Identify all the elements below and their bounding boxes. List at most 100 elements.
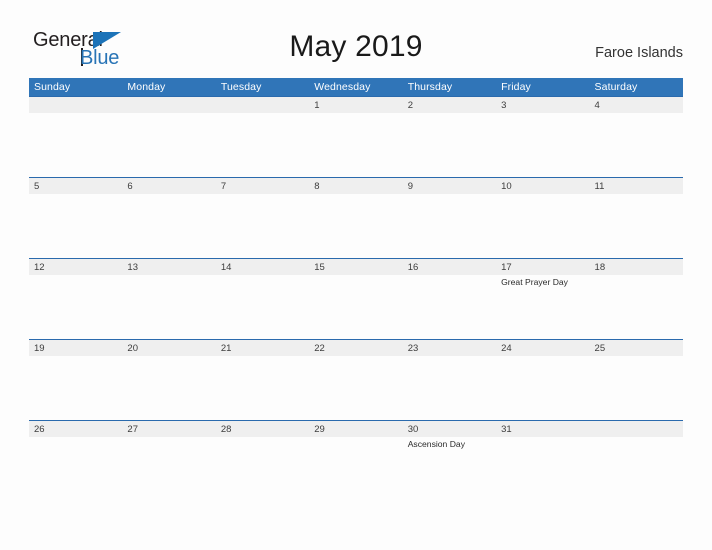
day-number[interactable]: 3 bbox=[496, 97, 589, 113]
day-cell[interactable] bbox=[122, 275, 216, 339]
calendar-week-row: 5 6 7 8 9 10 11 bbox=[29, 177, 683, 258]
day-number-empty bbox=[216, 97, 309, 113]
weekday-header-wednesday: Wednesday bbox=[314, 81, 371, 93]
day-number[interactable]: 4 bbox=[590, 97, 683, 113]
day-cell[interactable] bbox=[402, 356, 497, 420]
day-cell[interactable] bbox=[122, 437, 216, 501]
weekday-header-friday: Friday bbox=[501, 81, 531, 93]
day-cell[interactable]: Great Prayer Day bbox=[496, 275, 590, 339]
day-cell[interactable] bbox=[402, 194, 497, 258]
day-cell bbox=[215, 113, 310, 177]
day-number-empty bbox=[122, 97, 215, 113]
weekday-header-monday: Monday bbox=[127, 81, 166, 93]
day-number-empty bbox=[29, 97, 122, 113]
day-cell[interactable] bbox=[496, 437, 590, 501]
day-cell bbox=[29, 113, 123, 177]
day-number[interactable]: 23 bbox=[403, 340, 496, 356]
day-cell[interactable] bbox=[496, 113, 590, 177]
week-event-band bbox=[29, 356, 683, 420]
day-number[interactable]: 12 bbox=[29, 259, 122, 275]
day-number[interactable]: 30 bbox=[403, 421, 496, 437]
day-number[interactable]: 13 bbox=[122, 259, 215, 275]
week-number-band: 26 27 28 29 30 31 bbox=[29, 421, 683, 437]
day-number[interactable]: 16 bbox=[403, 259, 496, 275]
week-event-band bbox=[29, 194, 683, 258]
day-cell[interactable] bbox=[309, 356, 403, 420]
day-number[interactable]: 11 bbox=[590, 178, 683, 194]
day-number[interactable]: 21 bbox=[216, 340, 309, 356]
day-cell bbox=[122, 113, 216, 177]
week-event-band: Great Prayer Day bbox=[29, 275, 683, 339]
holiday-event-label: Great Prayer Day bbox=[501, 277, 568, 287]
day-number[interactable]: 8 bbox=[309, 178, 402, 194]
weekday-header-sunday: Sunday bbox=[34, 81, 71, 93]
day-number[interactable]: 22 bbox=[309, 340, 402, 356]
day-number[interactable]: 14 bbox=[216, 259, 309, 275]
holiday-event-label: Ascension Day bbox=[407, 439, 466, 449]
calendar-week-row: 1234 bbox=[29, 96, 683, 177]
day-cell[interactable] bbox=[215, 437, 310, 501]
week-number-band: 19 20 21 22 23 24 25 bbox=[29, 340, 683, 356]
week-number-band: 5 6 7 8 9 10 11 bbox=[29, 178, 683, 194]
day-cell[interactable] bbox=[215, 194, 310, 258]
calendar-week-row: 26 27 28 29 30 31 Ascension Day bbox=[29, 420, 683, 501]
calendar-weeks: 1 2 3 4 5 6 7 8 9 10 11 12 13 14 15 16 17 18 Great Prayer … bbox=[29, 96, 683, 501]
day-number[interactable]: 6 bbox=[122, 178, 215, 194]
week-number-band: 1234 bbox=[29, 97, 683, 113]
week-event-band bbox=[29, 113, 683, 177]
day-cell[interactable] bbox=[122, 356, 216, 420]
day-number[interactable]: 7 bbox=[216, 178, 309, 194]
calendar-week-row: 12 13 14 15 16 17 18 Great Prayer Day bbox=[29, 258, 683, 339]
region-label: Faroe Islands bbox=[595, 45, 683, 61]
day-cell[interactable] bbox=[215, 275, 310, 339]
day-number[interactable]: 18 bbox=[590, 259, 683, 275]
day-cell[interactable] bbox=[589, 113, 683, 177]
day-cell[interactable] bbox=[122, 194, 216, 258]
day-number[interactable]: 17 bbox=[496, 259, 589, 275]
day-cell[interactable] bbox=[309, 275, 403, 339]
weekday-header-tuesday: Tuesday bbox=[220, 81, 262, 93]
day-number-empty bbox=[590, 421, 683, 437]
day-cell[interactable] bbox=[29, 356, 123, 420]
day-number[interactable]: 15 bbox=[309, 259, 402, 275]
day-number[interactable]: 2 bbox=[403, 97, 496, 113]
day-number[interactable]: 29 bbox=[309, 421, 402, 437]
weekday-header-thursday: Thursday bbox=[407, 81, 453, 93]
day-number[interactable]: 20 bbox=[122, 340, 215, 356]
day-number[interactable]: 10 bbox=[496, 178, 589, 194]
calendar-grid: Sunday Monday Tuesday Wednesday Thursday… bbox=[29, 78, 683, 501]
day-number[interactable]: 26 bbox=[29, 421, 122, 437]
day-cell[interactable] bbox=[589, 356, 683, 420]
day-cell bbox=[589, 437, 683, 501]
day-number[interactable]: 28 bbox=[216, 421, 309, 437]
day-cell[interactable] bbox=[402, 113, 497, 177]
day-cell[interactable] bbox=[589, 194, 683, 258]
day-number[interactable]: 19 bbox=[29, 340, 122, 356]
page-header: General Blue May 2019 Faroe Islands bbox=[0, 0, 712, 76]
calendar-week-row: 19 20 21 22 23 24 25 bbox=[29, 339, 683, 420]
day-cell[interactable] bbox=[496, 194, 590, 258]
day-number[interactable]: 31 bbox=[496, 421, 589, 437]
week-number-band: 12 13 14 15 16 17 18 bbox=[29, 259, 683, 275]
day-number[interactable]: 1 bbox=[309, 97, 402, 113]
day-number[interactable]: 9 bbox=[403, 178, 496, 194]
day-cell[interactable] bbox=[29, 437, 123, 501]
day-cell[interactable] bbox=[496, 356, 590, 420]
day-cell[interactable] bbox=[215, 356, 310, 420]
day-number[interactable]: 25 bbox=[590, 340, 683, 356]
day-cell[interactable]: Ascension Day bbox=[402, 437, 497, 501]
day-number[interactable]: 5 bbox=[29, 178, 122, 194]
day-cell[interactable] bbox=[589, 275, 683, 339]
calendar-page: General Blue May 2019 Faroe Islands Sund… bbox=[0, 0, 712, 550]
week-event-band: Ascension Day bbox=[29, 437, 683, 501]
day-number[interactable]: 24 bbox=[496, 340, 589, 356]
day-cell[interactable] bbox=[309, 437, 403, 501]
day-cell[interactable] bbox=[29, 194, 123, 258]
day-cell[interactable] bbox=[402, 275, 497, 339]
day-cell[interactable] bbox=[29, 275, 123, 339]
weekday-header-saturday: Saturday bbox=[594, 81, 638, 93]
weekday-header-row: Sunday Monday Tuesday Wednesday Thursday… bbox=[29, 78, 683, 96]
day-cell[interactable] bbox=[309, 113, 403, 177]
day-number[interactable]: 27 bbox=[122, 421, 215, 437]
day-cell[interactable] bbox=[309, 194, 403, 258]
